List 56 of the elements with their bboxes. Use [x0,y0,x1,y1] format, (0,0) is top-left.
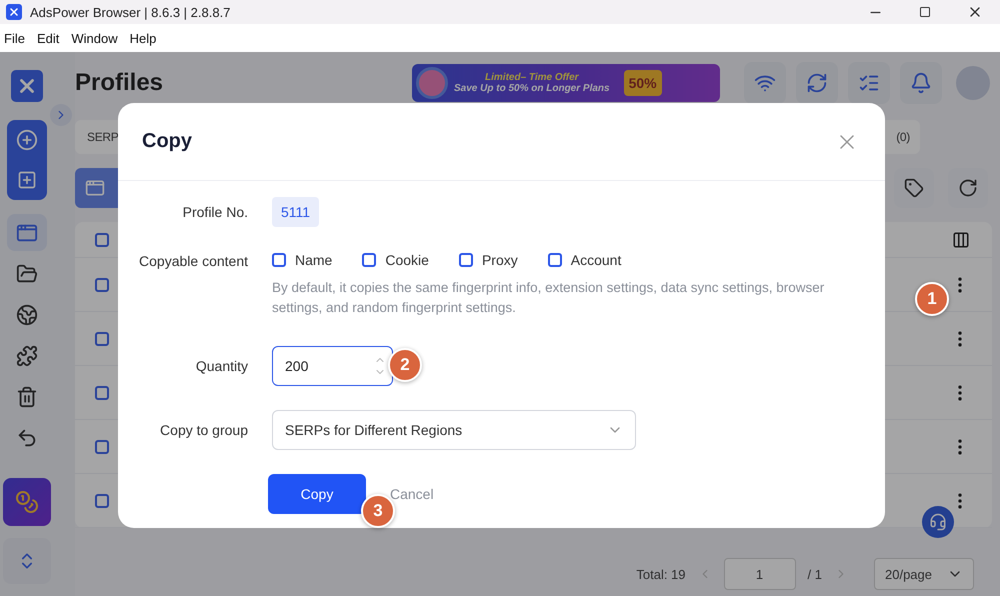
group-count: (0) [896,130,910,144]
checkbox[interactable] [272,253,286,267]
promo-banner[interactable]: Limited– Time Offer Save Up to 50% on Longer Plans 50% [412,64,720,102]
menu-item[interactable]: Help [130,30,156,46]
row-checkbox[interactable] [95,386,109,400]
coin-icon [14,490,38,514]
option-checkbox[interactable]: Account [548,252,622,268]
coin-button[interactable] [2,478,50,526]
profile-number: 5111 [272,197,320,227]
list-icon[interactable] [848,62,890,104]
row-checkbox[interactable] [95,440,109,454]
window-icon[interactable] [6,214,46,251]
wifi-icon[interactable] [744,62,786,104]
window-icon [85,178,105,198]
sync-icon[interactable] [796,62,838,104]
page-input[interactable]: 1 [724,558,796,590]
row-checkbox[interactable] [95,332,109,346]
columns-icon[interactable] [952,230,970,248]
dialog-title: Copy [142,130,192,153]
hint-text: By default, it copies the same fingerprint info, extension settings, data sync settings, browser settings, and random fingerprint settings. [272,279,826,317]
row-checkbox[interactable] [95,494,109,508]
group-select[interactable]: SERPs for Different Regions [272,410,636,450]
field-label: Copy to group [159,420,248,440]
window-title: AdsPower Browser | 8.6.3 | 2.8.8.7 [30,4,232,20]
copy-button[interactable]: Copy [268,474,366,514]
step-marker: 2 [388,348,422,382]
bell-icon[interactable] [900,62,942,104]
page-count: / 1 [808,566,822,582]
row-checkbox[interactable] [95,278,109,292]
page-title: Profiles [75,69,164,97]
menu-item[interactable]: File [4,30,25,46]
total-count: Total: 19 [636,566,686,582]
promo-headline: Limited– Time Offer [485,72,579,83]
menu-item[interactable]: Edit [36,30,60,46]
select-all-checkbox[interactable] [95,232,109,246]
promo-logo-icon [416,67,448,99]
group-tab[interactable]: SERP [87,130,118,144]
discount-badge: 50% [624,70,662,96]
field-label: Quantity [194,356,248,376]
option-checkbox[interactable]: Proxy [458,252,518,268]
checkbox[interactable] [548,253,562,267]
page-size-select[interactable]: 20/page [874,558,974,590]
checkbox[interactable] [458,253,473,267]
promo-text: Save Up to 50% on Longer Plans [454,83,610,94]
field-label: Profile No. [182,202,248,222]
add-square-icon[interactable] [16,170,36,190]
app-logo-icon [10,70,42,102]
field-label: Copyable content [138,252,248,271]
option-checkbox[interactable]: Cookie [362,252,429,268]
support-icon[interactable] [922,506,954,538]
maximize-icon[interactable] [919,6,931,18]
checkbox[interactable] [362,253,376,267]
option-checkbox[interactable]: Name [272,252,332,268]
add-icon[interactable] [16,129,38,151]
menu-item[interactable]: Window [71,30,118,46]
app-logo-icon [6,4,22,20]
